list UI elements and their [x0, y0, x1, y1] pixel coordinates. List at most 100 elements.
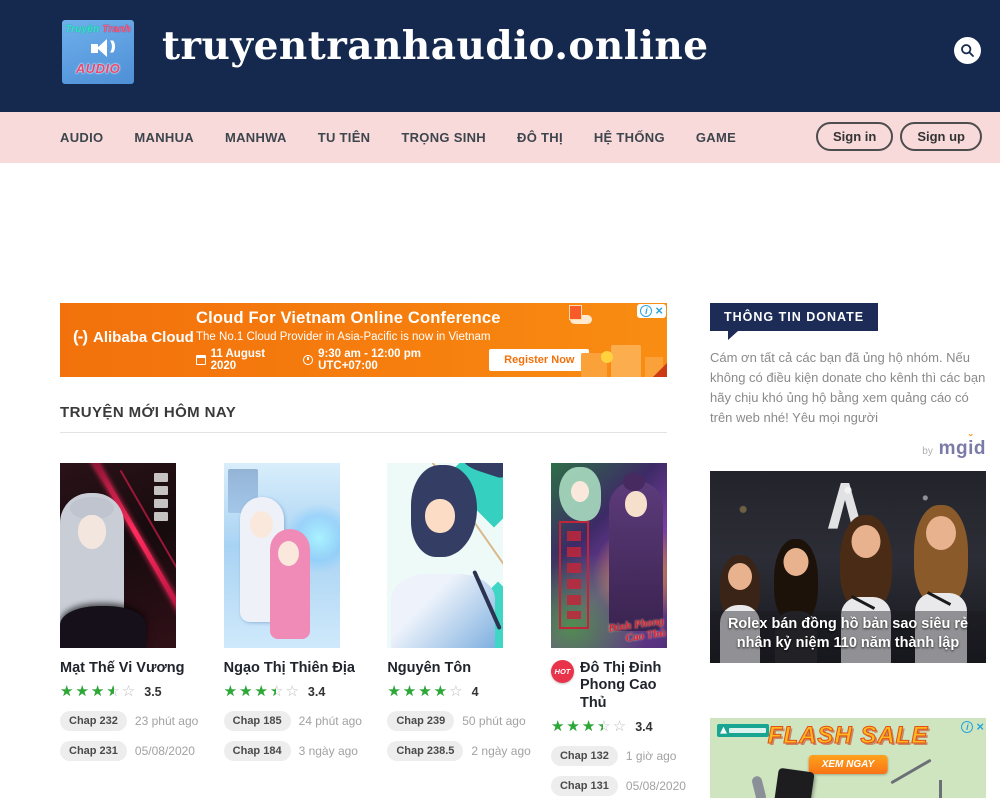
- chapter-row: Chap 238.5 2 ngày ago: [387, 740, 503, 761]
- chapter-link[interactable]: Chap 239: [387, 711, 454, 731]
- nav-item-audio[interactable]: AUDIO: [60, 130, 103, 145]
- star-rating-icon: ☆☆☆☆☆ ★★★★★: [551, 719, 628, 734]
- chapter-link[interactable]: Chap 231: [60, 741, 127, 761]
- rating-value: 4: [472, 685, 479, 699]
- phone-product-shape: [773, 767, 814, 797]
- chapter-link[interactable]: Chap 185: [224, 711, 291, 731]
- rating-row: ☆☆☆☆☆ ★★★★★ 3.4: [551, 719, 667, 734]
- chapter-link[interactable]: Chap 131: [551, 776, 618, 796]
- nav-item-manhwa[interactable]: MANHWA: [225, 130, 287, 145]
- rating-row: ☆☆☆☆☆ ★★★★★ 3.5: [60, 684, 176, 699]
- nav-item-game[interactable]: GAME: [696, 130, 736, 145]
- speaker-icon: )): [65, 37, 131, 61]
- sign-up-button[interactable]: Sign up: [900, 122, 982, 151]
- nav-item-he-thong[interactable]: HỆ THỐNG: [594, 130, 665, 145]
- ad-info-icon[interactable]: i: [961, 721, 973, 733]
- star-rating-icon: ☆☆☆☆☆ ★★★★★: [387, 684, 464, 699]
- sign-in-button[interactable]: Sign in: [816, 122, 893, 151]
- nav-item-tu-tien[interactable]: TU TIÊN: [318, 130, 371, 145]
- nav-item-do-thi[interactable]: ĐÔ THỊ: [517, 130, 563, 145]
- chapter-time: 50 phút ago: [462, 714, 525, 728]
- ad-time: 9:30 am - 12:00 pm UTC+07:00: [318, 348, 475, 372]
- cover-calligraphy-marks: [154, 473, 168, 525]
- chapter-list: Chap 239 50 phút ago Chap 238.5 2 ngày a…: [387, 710, 503, 761]
- chapter-row: Chap 232 23 phút ago: [60, 710, 176, 731]
- alibaba-logo: (-) Alibaba Cloud: [73, 327, 194, 347]
- chapter-link[interactable]: Chap 232: [60, 711, 127, 731]
- alibaba-logo-icon: (-): [73, 327, 87, 347]
- chapter-link[interactable]: Chap 132: [551, 746, 618, 766]
- cover-art-do-thi-dinh-phong-cao-thu[interactable]: Đỉnh Phong Cao Thủ: [551, 463, 667, 648]
- chapter-row: Chap 239 50 phút ago: [387, 710, 503, 731]
- site-header: Truyện Tranh )) AUDIO truyentranhaudio.o…: [0, 0, 1000, 112]
- cover-art-nguyen-ton[interactable]: [387, 463, 503, 648]
- xem-ngay-button[interactable]: XEM NGAY: [809, 755, 888, 774]
- chapter-time: 05/08/2020: [135, 744, 195, 758]
- hot-badge: HOT: [551, 660, 574, 683]
- cover-art-mat-the-vi-vuong[interactable]: [60, 463, 176, 648]
- chapter-time: 05/08/2020: [626, 779, 686, 793]
- flash-sale-ad[interactable]: FLASH SALE XEM NGAY i ×: [710, 718, 986, 798]
- comic-title[interactable]: Mạt Thế Vi Vương: [60, 660, 184, 677]
- ad-info-icon[interactable]: i: [640, 305, 652, 317]
- comic-title[interactable]: Nguyên Tôn: [387, 660, 471, 677]
- adchoices-controls: i ×: [637, 304, 666, 318]
- register-now-button[interactable]: Register Now: [489, 349, 589, 371]
- chapter-time: 23 phút ago: [135, 714, 198, 728]
- rating-value: 3.4: [635, 720, 652, 734]
- rating-row: ☆☆☆☆☆ ★★★★★ 3.4: [224, 684, 340, 699]
- chapter-time: 3 ngày ago: [299, 744, 358, 758]
- section-title: TRUYỆN MỚI HÔM NAY: [60, 404, 236, 421]
- donate-message: Cám ơn tất cả các bạn đã ủng hộ nhóm. Nế…: [710, 348, 986, 429]
- chapter-link[interactable]: Chap 238.5: [387, 741, 463, 761]
- native-ad-rolex[interactable]: Rolex bán đồng hồ bản sao siêu rẻ nhân k…: [710, 471, 986, 663]
- chapter-list: Chap 232 23 phút ago Chap 231 05/08/2020: [60, 710, 176, 761]
- site-title[interactable]: truyentranhaudio.online: [162, 23, 709, 69]
- chapter-row: Chap 131 05/08/2020: [551, 775, 667, 796]
- comic-title[interactable]: Đô Thị Đỉnh Phong Cao Thủ: [580, 660, 667, 712]
- badge-notch: [728, 331, 738, 340]
- ad-close-icon[interactable]: ×: [976, 721, 984, 733]
- donate-heading: THÔNG TIN DONATE: [710, 303, 878, 331]
- mgid-accent-icon: ˇ: [969, 432, 974, 446]
- nav-item-manhua[interactable]: MANHUA: [134, 130, 194, 145]
- star-rating-icon: ☆☆☆☆☆ ★★★★★: [60, 684, 137, 699]
- comic-card: Mạt Thế Vi Vương ☆☆☆☆☆ ★★★★★ 3.5 Chap 23…: [60, 463, 176, 805]
- chapter-link[interactable]: Chap 184: [224, 741, 291, 761]
- comic-title[interactable]: Ngạo Thị Thiên Địa: [224, 660, 355, 677]
- nav-items: AUDIO MANHUA MANHWA TU TIÊN TRỌNG SINH Đ…: [60, 112, 736, 163]
- ad-text-block: Cloud For Vietnam Online Conference The …: [196, 309, 606, 372]
- corner-ribbon: [653, 363, 667, 377]
- chapter-row: Chap 184 3 ngày ago: [224, 740, 340, 761]
- native-ad-caption[interactable]: Rolex bán đồng hồ bản sao siêu rẻ nhân k…: [710, 611, 986, 662]
- ad-subtitle: The No.1 Cloud Provider in Asia-Pacific …: [196, 331, 606, 343]
- comic-card: Nguyên Tôn ☆☆☆☆☆ ★★★★★ 4 Chap 239 50 phú…: [387, 463, 503, 805]
- alibaba-cloud-ad[interactable]: (-) Alibaba Cloud Cloud For Vietnam Onli…: [60, 303, 667, 377]
- comic-card-grid: Mạt Thế Vi Vương ☆☆☆☆☆ ★★★★★ 3.5 Chap 23…: [60, 463, 667, 805]
- site-logo[interactable]: Truyện Tranh )) AUDIO: [62, 20, 134, 84]
- rating-value: 3.5: [144, 685, 161, 699]
- search-icon: [960, 43, 975, 58]
- star-rating-icon: ☆☆☆☆☆ ★★★★★: [224, 684, 301, 699]
- search-button[interactable]: [954, 37, 981, 64]
- auth-buttons: Sign in Sign up: [816, 122, 982, 151]
- ad-date: 11 August 2020: [211, 348, 290, 372]
- rating-row: ☆☆☆☆☆ ★★★★★ 4: [387, 684, 503, 699]
- ad-title: Cloud For Vietnam Online Conference: [196, 309, 606, 328]
- chapter-time: 1 giờ ago: [626, 749, 677, 763]
- logo-text-audio: AUDIO: [65, 61, 131, 76]
- chapter-time: 24 phút ago: [299, 714, 362, 728]
- sidebar: THÔNG TIN DONATE Cám ơn tất cả các bạn đ…: [710, 303, 986, 798]
- nav-item-trong-sinh[interactable]: TRỌNG SINH: [401, 130, 486, 145]
- chapter-row: Chap 132 1 giờ ago: [551, 745, 667, 766]
- comic-card: Ngạo Thị Thiên Địa ☆☆☆☆☆ ★★★★★ 3.4 Chap …: [224, 463, 340, 805]
- ad-schedule-row: 11 August 2020 9:30 am - 12:00 pm UTC+07…: [196, 348, 606, 372]
- mgid-attribution[interactable]: by mgidˇ: [710, 438, 986, 460]
- chapter-row: Chap 185 24 phút ago: [224, 710, 340, 731]
- cover-art-ngao-thi-thien-dia[interactable]: [224, 463, 340, 648]
- adchoices-controls: i ×: [961, 721, 984, 733]
- lamp-product-shape: [890, 758, 931, 784]
- section-divider: [60, 432, 667, 433]
- ad-close-icon[interactable]: ×: [655, 305, 663, 317]
- cover-script-text: Đỉnh Phong Cao Thủ: [592, 615, 667, 648]
